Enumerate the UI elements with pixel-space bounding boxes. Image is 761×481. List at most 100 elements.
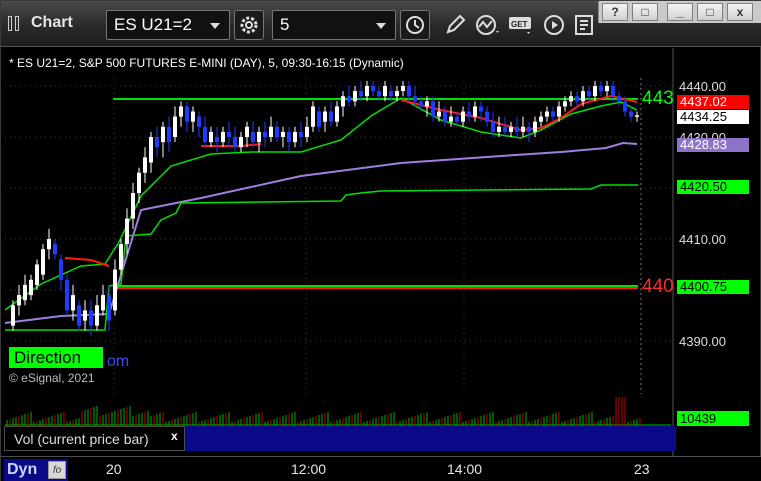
direction-badge[interactable]: Direction — [8, 346, 104, 369]
candle-body — [143, 157, 147, 173]
time-axis[interactable]: Dyn fo 20 12:00 14:00 23 — [1, 456, 761, 481]
candle-body — [569, 96, 573, 102]
candle-body — [185, 106, 189, 122]
drag-grip-icon[interactable] — [8, 16, 22, 31]
interval-selector[interactable]: 5 — [272, 10, 396, 40]
candle-body — [419, 101, 423, 107]
cut-off-label-bottom: 440 — [642, 276, 674, 297]
candle-body — [179, 106, 183, 117]
candle-body — [305, 126, 309, 137]
band-line — [5, 184, 638, 331]
candle-body — [191, 111, 195, 122]
candle-body — [149, 137, 153, 163]
candle-body — [497, 126, 501, 132]
time-axis-label: 20 — [106, 461, 122, 477]
candle-body — [113, 269, 117, 311]
candle-body — [71, 295, 75, 311]
chevron-down-icon[interactable] — [376, 23, 386, 29]
dynamic-mode-button[interactable]: Dyn fo — [4, 459, 68, 481]
play-replay-icon[interactable] — [539, 10, 569, 40]
news-page-icon[interactable] — [569, 10, 599, 40]
get-data-icon[interactable]: GET — [506, 10, 536, 40]
candle-body — [209, 131, 213, 143]
price-tag-bottom: 4400.75 — [677, 280, 749, 294]
volume-pane[interactable]: Vol (current price bar) x 10439 — [1, 394, 761, 456]
close-icon[interactable]: x — [171, 429, 178, 443]
candle-body — [119, 244, 123, 270]
clock-icon[interactable] — [400, 10, 430, 40]
fast-ma-line-mid — [201, 143, 262, 147]
price-axis-tick: 4410.00 — [679, 232, 726, 247]
candle-body — [77, 305, 81, 326]
settings-gear-icon[interactable] — [234, 10, 264, 40]
symbol-selector[interactable]: ES U21=2 — [106, 10, 230, 40]
candle-body — [473, 106, 477, 117]
candle-body — [365, 86, 369, 97]
maximize-button[interactable]: □ — [697, 3, 723, 21]
candle-body — [245, 126, 249, 137]
candle-body — [599, 86, 603, 92]
candle-body — [491, 121, 495, 132]
study-indicator-icon[interactable] — [473, 10, 503, 40]
candle-body — [239, 137, 243, 148]
interval-value: 5 — [280, 15, 290, 34]
candle-body — [485, 111, 489, 122]
chart-toolbar: Chart ES U21=2 5 GET ? □ _ □ x — [1, 1, 761, 47]
candle-body — [173, 116, 177, 137]
candle-body — [623, 101, 627, 112]
candle-body — [167, 126, 171, 143]
overlapped-link-text[interactable]: om — [107, 353, 129, 371]
candle-body — [371, 86, 375, 92]
candle-body — [323, 111, 327, 122]
cut-off-label-top: 443 — [642, 88, 674, 109]
candle-body — [401, 86, 405, 92]
candle-body — [359, 91, 363, 97]
candle-body — [263, 131, 267, 137]
candle-body — [377, 91, 381, 97]
candle-body — [437, 111, 441, 117]
candle-body — [227, 131, 231, 137]
time-axis-label: 14:00 — [447, 461, 483, 477]
study-lines — [4, 94, 638, 331]
price-tag-red: 4437.02 — [677, 95, 749, 109]
price-chart-pane[interactable]: * ES U21=2, S&P 500 FUTURES E-MINI (DAY)… — [1, 48, 761, 394]
pencil-draw-icon[interactable] — [440, 10, 470, 40]
candle-body — [503, 126, 507, 132]
minimize-button[interactable]: _ — [667, 3, 693, 21]
restore-link-button[interactable]: □ — [632, 3, 658, 21]
price-tag-last: 4434.25 — [677, 110, 749, 124]
candle-body — [587, 91, 591, 97]
candle-body — [137, 172, 141, 194]
chart-window: Chart ES U21=2 5 GET ? □ _ □ x * ES U21=… — [0, 0, 761, 481]
candle-body — [83, 310, 87, 321]
candle-body — [557, 106, 561, 117]
candle-body — [251, 131, 255, 143]
candle-body — [203, 126, 207, 143]
instrument-description: * ES U21=2, S&P 500 FUTURES E-MINI (DAY)… — [9, 56, 404, 70]
candle-body — [215, 137, 219, 143]
candle-body — [299, 131, 303, 137]
candle-body — [35, 264, 39, 285]
candle-body — [635, 115, 639, 117]
candle-body — [107, 295, 111, 321]
candle-body — [269, 126, 273, 137]
close-button[interactable]: x — [727, 3, 753, 21]
candle-body — [155, 137, 159, 148]
candle-body — [551, 111, 555, 117]
candle-body — [257, 131, 261, 143]
candle-body — [509, 126, 513, 132]
candle-body — [161, 126, 165, 143]
candle-body — [533, 121, 537, 132]
chevron-down-icon[interactable] — [210, 23, 220, 29]
formula-icon[interactable]: fo — [48, 461, 66, 479]
candle-body — [221, 131, 225, 143]
candle-body — [41, 249, 45, 275]
help-button[interactable]: ? — [602, 3, 628, 21]
price-axis-tick: 4440.00 — [679, 79, 726, 94]
candle-body — [389, 91, 393, 97]
time-axis-label: 12:00 — [291, 461, 327, 477]
candle-body — [353, 91, 357, 102]
candle-body — [11, 305, 15, 326]
volume-legend[interactable]: Vol (current price bar) — [4, 426, 185, 451]
candle-body — [455, 116, 459, 122]
